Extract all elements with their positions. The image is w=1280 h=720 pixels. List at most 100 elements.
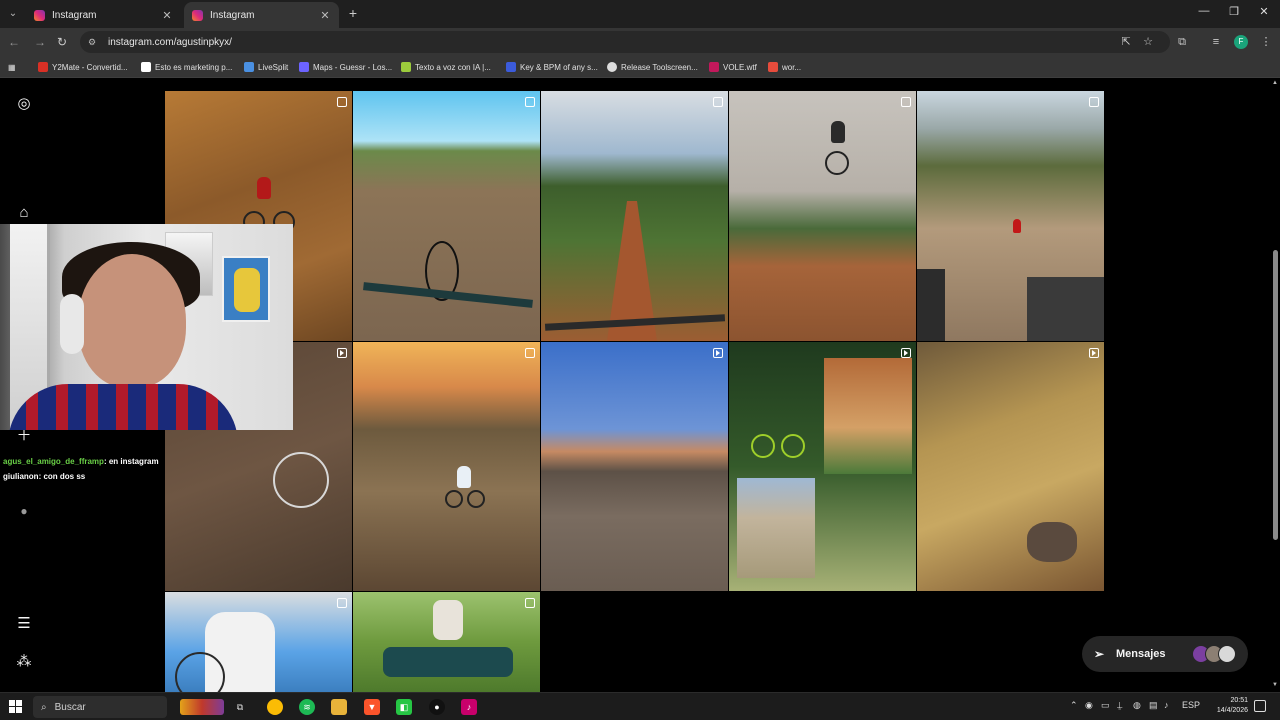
taskbar-clock[interactable]: 20:51 14/4/2026 [1200, 696, 1248, 716]
bookmark-5[interactable]: Key & BPM of any s... [506, 61, 598, 73]
new-tab-button[interactable]: + [345, 5, 361, 21]
tab-strip: ⌄ Instagram ✕ Instagram ✕ + — ❐ ✕ [0, 0, 1280, 28]
install-app-icon[interactable]: ⇱ [1118, 34, 1134, 50]
carousel-icon [337, 97, 347, 107]
apps-grid-icon[interactable]: ▦ [8, 61, 16, 73]
forward-button[interactable]: → [32, 34, 48, 50]
more-menu-icon[interactable]: ☰ [15, 615, 33, 633]
spotify-icon[interactable]: ≋ [299, 699, 315, 715]
page-scrollbar[interactable]: ▲ ▼ [1270, 78, 1280, 692]
tab-title: Instagram [210, 9, 255, 21]
minimize-button[interactable]: — [1194, 5, 1214, 17]
bookmark-6[interactable]: Release Toolscreen... [607, 61, 698, 73]
clock-time: 20:51 [1230, 697, 1248, 704]
reload-button[interactable]: ↻ [54, 34, 70, 50]
also-from-meta-icon[interactable]: ⁂ [15, 653, 33, 671]
bookmark-4[interactable]: Texto a voz con IA |... [401, 61, 491, 73]
clock-date: 14/4/2026 [1216, 707, 1248, 714]
direct-message-icon: ➢ [1094, 647, 1105, 661]
site-info-icon[interactable]: ⚙ [88, 37, 100, 47]
bookmark-8[interactable]: wor... [768, 61, 801, 73]
tray-app-icon[interactable]: ◍ [1133, 700, 1141, 711]
collage-photo [824, 358, 912, 474]
menu-dots-icon[interactable]: ⋮ [1258, 34, 1274, 50]
app-icon[interactable]: ◧ [396, 699, 412, 715]
file-explorer-icon[interactable] [331, 699, 347, 715]
carousel-icon [337, 598, 347, 608]
search-icon: ⌕ [41, 701, 47, 713]
bookmark-2[interactable]: LiveSplit [244, 61, 288, 73]
carousel-icon [525, 348, 535, 358]
tab-instagram-1[interactable]: Instagram ✕ [26, 2, 181, 28]
network-icon[interactable]: ▤ [1149, 700, 1158, 711]
tab-search-icon[interactable]: ⌄ [4, 5, 22, 23]
brave-icon[interactable]: ▼ [364, 699, 380, 715]
wall-poster [222, 256, 270, 322]
back-button[interactable]: ← [6, 34, 22, 50]
rider-figure [433, 600, 463, 640]
bookmark-star-icon[interactable]: ☆ [1140, 34, 1156, 50]
media-controls-icon[interactable]: ≡ [1208, 34, 1224, 50]
close-window-button[interactable]: ✕ [1254, 5, 1274, 18]
messages-button[interactable]: ➢ Mensajes [1082, 636, 1248, 672]
webcam-overlay [0, 224, 293, 430]
close-tab-icon[interactable]: ✕ [161, 9, 173, 22]
instagram-logo-icon[interactable]: ◎ [15, 95, 33, 113]
profile-avatar[interactable]: F [1234, 35, 1248, 49]
bookmark-favicon-icon [244, 62, 254, 72]
discord-tray-icon[interactable]: ◉ [1085, 700, 1093, 711]
poster-figure [234, 268, 260, 312]
obs-icon[interactable]: ● [429, 699, 445, 715]
post-thumbnail[interactable] [917, 342, 1104, 591]
bookmark-label: Key & BPM of any s... [520, 62, 598, 72]
carousel-icon [525, 598, 535, 608]
chrome-icon[interactable] [267, 699, 283, 715]
language-indicator[interactable]: ESP [1182, 700, 1200, 710]
home-icon[interactable]: ⌂ [15, 204, 33, 222]
microphone-icon[interactable]: ⍊ [1117, 700, 1122, 711]
post-thumbnail[interactable] [917, 91, 1104, 341]
task-view-icon[interactable]: ⧉ [232, 699, 248, 715]
carousel-icon [901, 97, 911, 107]
post-thumbnail[interactable] [353, 342, 540, 591]
profile-avatar-icon[interactable]: ● [15, 502, 33, 520]
post-thumbnail[interactable] [165, 592, 352, 692]
post-thumbnail[interactable] [541, 91, 728, 341]
scroll-up-icon[interactable]: ▲ [1271, 80, 1279, 86]
taskbar-search[interactable]: ⌕ Buscar [33, 696, 167, 718]
notifications-icon[interactable] [1254, 700, 1266, 712]
tray-overflow-icon[interactable]: ⌃ [1070, 700, 1078, 711]
widgets-icon[interactable] [180, 699, 224, 715]
volume-icon[interactable]: ♪ [1164, 700, 1169, 710]
extensions-icon[interactable]: ⧉ [1174, 34, 1190, 50]
bookmark-1[interactable]: Esto es marketing p... [141, 61, 232, 73]
wooden-ramp-shape [917, 269, 945, 341]
tab-instagram-2[interactable]: Instagram ✕ [184, 2, 339, 28]
post-thumbnail[interactable] [729, 342, 916, 591]
post-thumbnail[interactable] [353, 91, 540, 341]
tiktok-icon[interactable]: ♪ [461, 699, 477, 715]
bookmark-7[interactable]: VOLE.wtf [709, 61, 757, 73]
bookmark-favicon-icon [38, 62, 48, 72]
post-thumbnail[interactable] [729, 91, 916, 341]
scroll-down-icon[interactable]: ▼ [1271, 682, 1279, 688]
bike-wheel [781, 434, 805, 458]
chat-message: giulianon: con dos ss [3, 469, 159, 484]
start-button[interactable] [9, 700, 22, 713]
tray-app-icon[interactable]: ▭ [1101, 700, 1110, 711]
wooden-ramp-shape [1027, 277, 1104, 341]
address-bar[interactable]: ⚙ instagram.com/agustinpkyx/ [80, 31, 1170, 53]
restore-button[interactable]: ❐ [1224, 5, 1244, 18]
bookmark-3[interactable]: Maps - Guessr - Los... [299, 61, 392, 73]
close-tab-icon[interactable]: ✕ [319, 9, 331, 22]
reel-icon [713, 348, 723, 358]
rider-figure [1013, 219, 1021, 233]
post-thumbnail[interactable] [353, 592, 540, 692]
post-thumbnail[interactable] [541, 342, 728, 591]
bookmark-0[interactable]: Y2Mate - Convertid... [38, 61, 128, 73]
stream-chat: agus_el_amigo_de_fframp: en instagram gi… [3, 454, 159, 484]
bookmark-label: VOLE.wtf [723, 62, 757, 72]
scroll-thumb[interactable] [1273, 250, 1278, 540]
bike-wheel [445, 490, 463, 508]
reel-icon [1089, 348, 1099, 358]
